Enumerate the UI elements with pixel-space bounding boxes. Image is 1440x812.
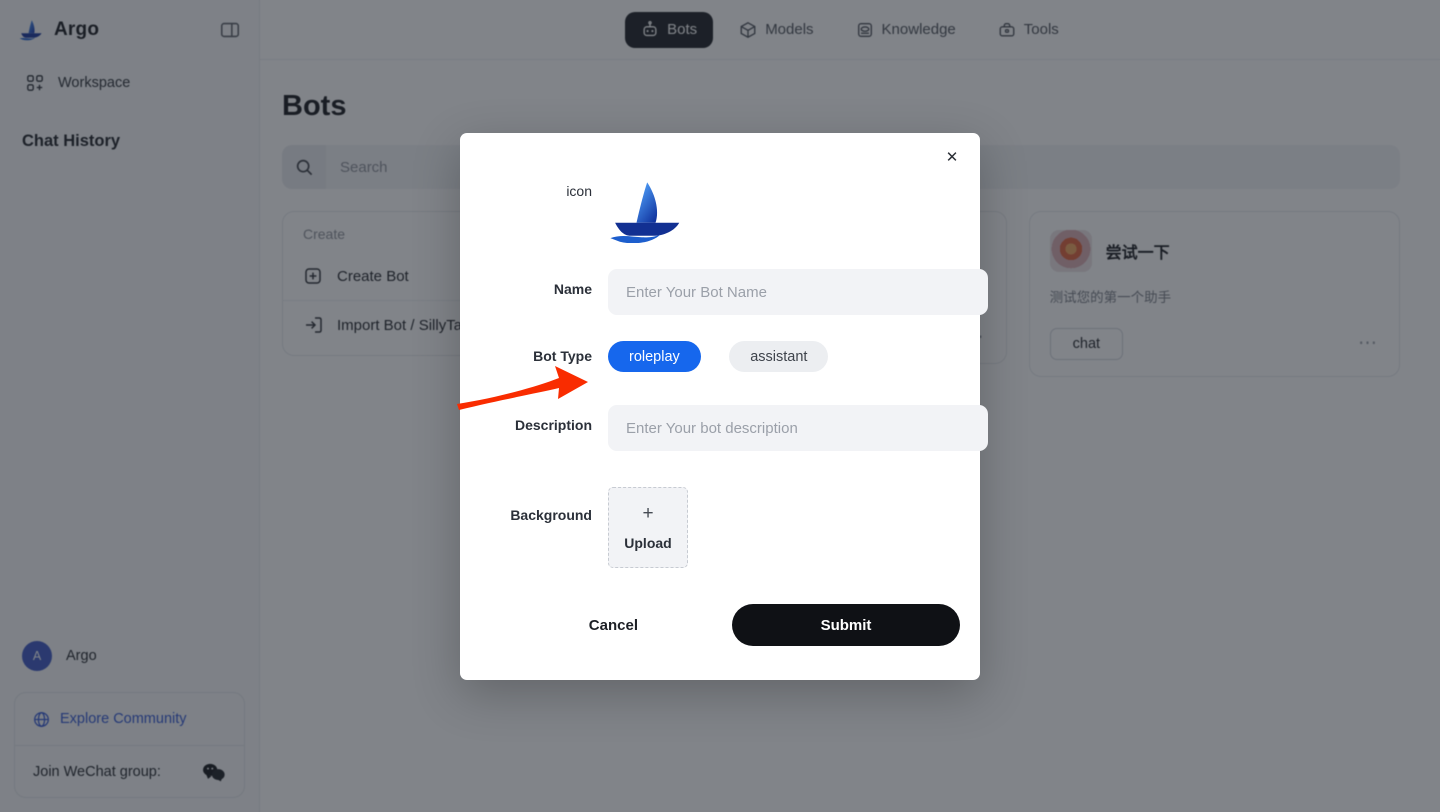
description-field-label: Description: [514, 417, 592, 433]
submit-button[interactable]: Submit: [732, 604, 960, 646]
name-field-label: Name: [553, 281, 592, 297]
bot-type-options: roleplay assistant: [608, 341, 980, 372]
bot-name-input[interactable]: [608, 269, 988, 315]
close-icon[interactable]: ✕: [940, 145, 964, 169]
field-row-bot-type: Bot Type roleplay assistant: [460, 341, 980, 372]
bot-type-option-assistant[interactable]: assistant: [729, 341, 829, 372]
field-row-icon: icon: [460, 181, 980, 243]
name-field-body: [608, 269, 988, 315]
field-row-background: Background + Upload: [460, 487, 980, 568]
plus-icon: +: [642, 503, 654, 524]
upload-label: Upload: [624, 535, 672, 551]
icon-field-body[interactable]: [608, 181, 980, 243]
field-row-description: Description: [460, 405, 988, 451]
create-bot-modal: ✕ icon Name Bot Type: [460, 133, 988, 680]
upload-button[interactable]: + Upload: [608, 487, 688, 568]
bot-type-option-roleplay[interactable]: roleplay: [608, 341, 701, 372]
cancel-button[interactable]: Cancel: [567, 605, 660, 646]
background-field-label: Background: [510, 507, 592, 523]
background-field-body: + Upload: [608, 487, 980, 568]
field-row-name: Name: [460, 269, 988, 315]
argo-sailboat-icon: [610, 182, 680, 243]
app-root: Argo Workspace Chat History A Argo: [0, 0, 1440, 812]
modal-actions: Cancel Submit: [460, 604, 980, 646]
bot-type-field-label: Bot Type: [533, 348, 592, 364]
icon-field-label: icon: [566, 183, 592, 199]
bot-description-input[interactable]: [608, 405, 988, 451]
description-field-body: [608, 405, 988, 451]
